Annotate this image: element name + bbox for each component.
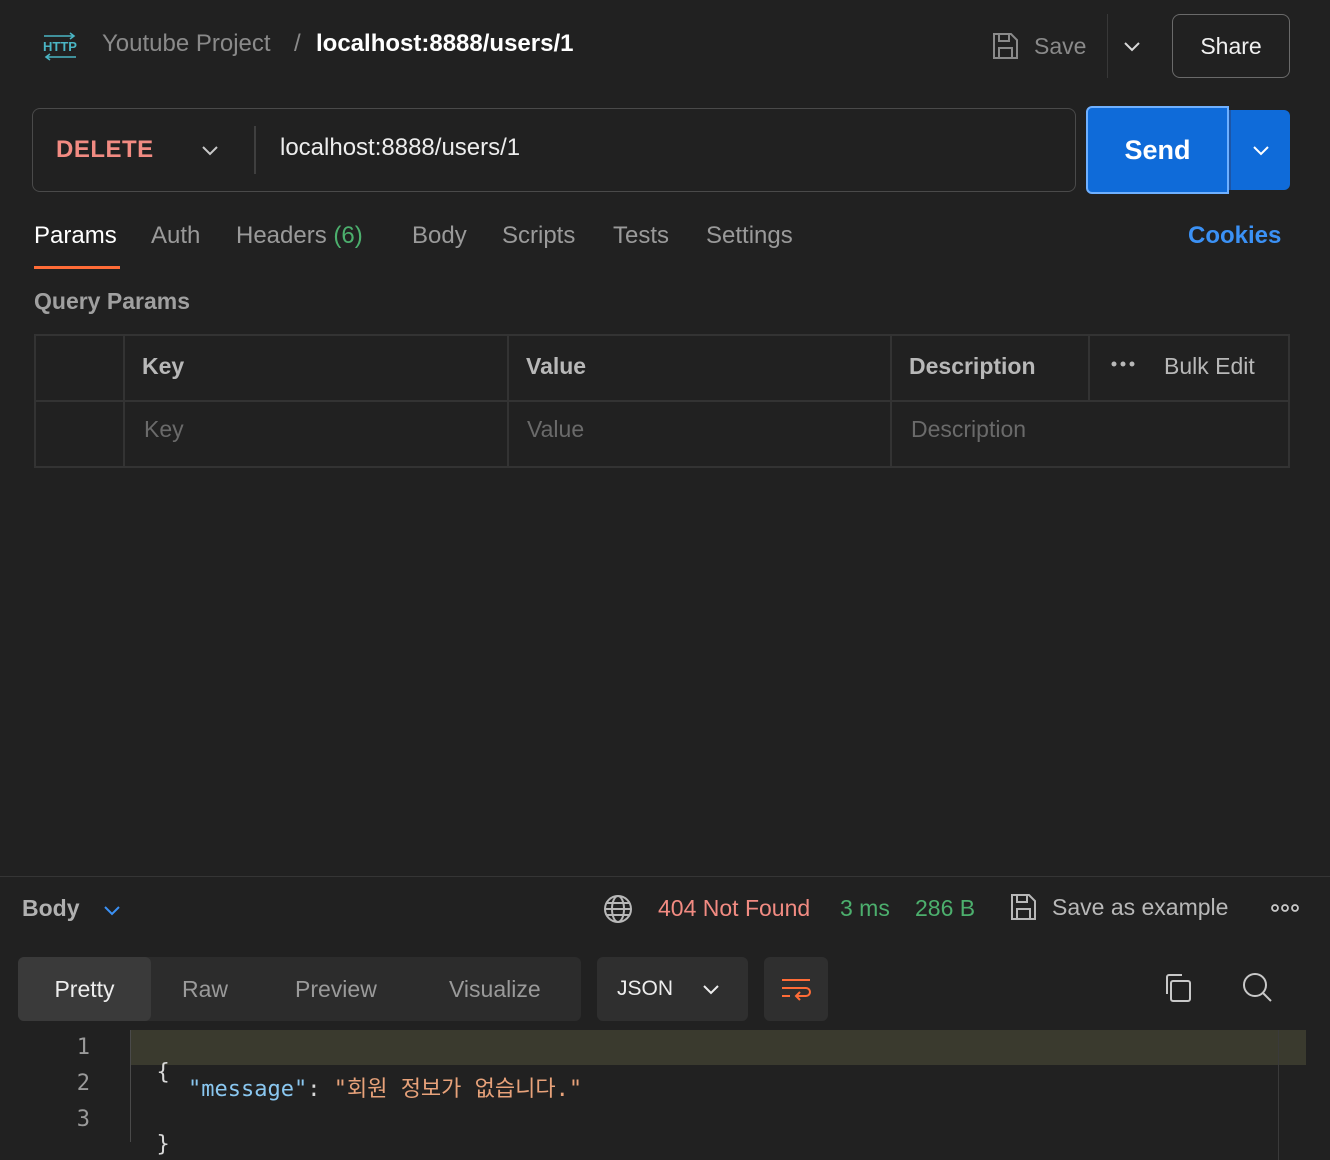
method-select[interactable]: DELETE	[56, 136, 154, 164]
search-icon[interactable]	[1240, 970, 1274, 1004]
share-button[interactable]: Share	[1172, 14, 1290, 78]
key-input[interactable]: Key	[144, 416, 184, 443]
tab-scripts[interactable]: Scripts	[502, 222, 575, 250]
tab-tests[interactable]: Tests	[613, 222, 669, 250]
query-params-title: Query Params	[34, 288, 190, 314]
tab-auth[interactable]: Auth	[151, 222, 200, 250]
response-time[interactable]: 3 ms	[840, 895, 890, 922]
wrap-lines-button[interactable]	[764, 957, 828, 1021]
column-header-key: Key	[142, 353, 185, 379]
save-divider	[1107, 14, 1108, 78]
code-line[interactable]: "message": "회원 정보가 없습니다."	[188, 1071, 582, 1103]
editor-scrollbar[interactable]	[1278, 1030, 1279, 1160]
value-input[interactable]: Value	[527, 416, 584, 443]
save-as-example-label: Save as example	[1052, 893, 1229, 920]
copy-icon[interactable]	[1162, 972, 1194, 1004]
request-name[interactable]: localhost:8888/users/1	[316, 30, 573, 58]
json-open-brace: {	[156, 1060, 170, 1085]
save-button[interactable]: Save	[990, 26, 1086, 66]
breadcrumb-separator: /	[294, 30, 301, 57]
view-tab-pretty[interactable]: Pretty	[18, 957, 151, 1021]
line-number: 2	[76, 1071, 90, 1096]
json-value: "회원 정보가 없습니다."	[333, 1077, 583, 1102]
response-divider[interactable]	[0, 876, 1330, 877]
format-label: JSON	[617, 977, 674, 1000]
line-number: 3	[76, 1107, 90, 1132]
save-icon	[993, 33, 1018, 59]
active-tab-indicator	[34, 266, 120, 269]
table-row-divider	[34, 400, 1290, 402]
cookies-link[interactable]: Cookies	[1188, 222, 1281, 250]
headers-count: (6)	[333, 222, 363, 249]
tab-headers-label: Headers	[236, 222, 327, 249]
chevron-down-icon[interactable]	[100, 898, 124, 922]
json-close-brace: }	[156, 1132, 170, 1157]
status-code[interactable]: 404 Not Found	[658, 895, 810, 922]
save-label: Save	[1034, 32, 1087, 59]
send-button[interactable]: Send	[1086, 106, 1229, 194]
tab-body[interactable]: Body	[412, 222, 467, 250]
bulk-edit-button[interactable]: Bulk Edit	[1164, 353, 1255, 380]
code-line[interactable]: }	[130, 1107, 170, 1157]
view-tab-preview[interactable]: Preview	[295, 957, 377, 1021]
chevron-down-icon[interactable]	[198, 138, 222, 162]
tab-settings[interactable]: Settings	[706, 222, 793, 250]
format-select[interactable]: JSON	[597, 957, 748, 1021]
breadcrumb-project[interactable]: Youtube Project	[102, 30, 271, 58]
http-icon: HTTP	[43, 32, 77, 61]
save-icon	[1011, 894, 1036, 920]
json-key: "message"	[188, 1077, 308, 1102]
column-header-value: Value	[526, 353, 587, 379]
globe-icon[interactable]	[602, 893, 634, 925]
chevron-down-icon	[1252, 146, 1269, 156]
url-divider	[254, 126, 256, 174]
response-body-label[interactable]: Body	[22, 895, 80, 922]
more-options-icon[interactable]	[1270, 901, 1300, 915]
svg-text:HTTP: HTTP	[43, 39, 77, 54]
table-divider	[1088, 334, 1090, 401]
chevron-down-icon[interactable]	[1120, 34, 1144, 58]
tab-headers[interactable]: Headers (6)	[236, 222, 363, 250]
send-dropdown-button[interactable]	[1229, 110, 1290, 190]
response-size[interactable]: 286 B	[915, 895, 975, 922]
view-tab-raw[interactable]: Raw	[182, 957, 228, 1021]
column-header-description: Description	[909, 353, 1036, 379]
code-line[interactable]: {	[130, 1035, 170, 1085]
active-line-highlight	[130, 1030, 1306, 1065]
save-as-example-button[interactable]: Save as example	[1008, 892, 1228, 922]
wrap-lines-icon	[782, 979, 811, 1001]
description-input[interactable]: Description	[911, 416, 1026, 443]
more-options-icon[interactable]	[1110, 358, 1136, 370]
json-colon: :	[307, 1077, 334, 1102]
chevron-down-icon	[703, 985, 719, 995]
tab-params[interactable]: Params	[34, 222, 117, 250]
line-number: 1	[76, 1035, 90, 1060]
url-input[interactable]	[280, 134, 1060, 162]
view-tab-visualize[interactable]: Visualize	[449, 957, 541, 1021]
